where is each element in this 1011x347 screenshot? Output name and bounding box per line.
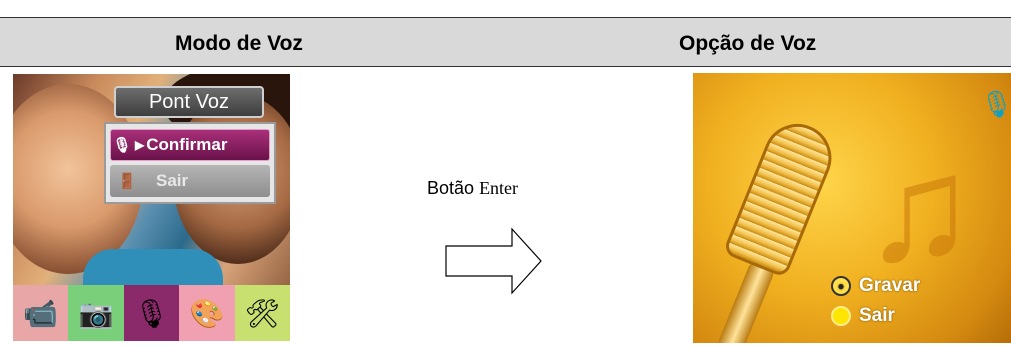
mode-effects[interactable]: 🎨 — [179, 285, 235, 341]
microphone-illustration — [722, 113, 842, 279]
option-sair[interactable]: Sair — [831, 301, 920, 331]
voice-menu-list: 🎙 ▶ Confirmar 🚪 Sair — [104, 122, 276, 204]
microphone-icon: 🎙 — [980, 89, 1011, 119]
selection-arrow-icon: ▶ — [135, 138, 145, 152]
exit-door-icon: 🚪 — [117, 173, 137, 190]
microphone-icon: 🎙 — [133, 297, 170, 329]
tools-icon: 🛠 — [244, 297, 281, 329]
mode-setup[interactable]: 🛠 — [234, 285, 290, 341]
music-note-decoration: ♫ — [863, 124, 976, 292]
menu-item-sair[interactable]: 🚪 Sair — [110, 165, 270, 197]
option-label: Gravar — [859, 275, 921, 296]
mode-voice[interactable]: 🎙 — [123, 285, 180, 341]
palette-icon: 🎨 — [189, 297, 225, 329]
voice-menu: Pont Voz 🎙 ▶ Confirmar 🚪 Sair — [104, 86, 276, 204]
option-gravar[interactable]: ● Gravar — [831, 271, 920, 301]
camera-icon: 📷 — [78, 297, 114, 329]
header-bottom-rule — [0, 66, 1011, 67]
mode-bar: 📹 📷 🎙 🎨 🛠 — [13, 285, 290, 341]
voice-option-screen: ♫ 🎙 ● Gravar Sair — [693, 73, 1011, 343]
mode-camera[interactable]: 📷 — [68, 285, 124, 341]
option-label: Sair — [859, 305, 895, 326]
mic-stand-illustration — [717, 261, 775, 343]
exit-circle-icon — [831, 306, 851, 326]
mode-video[interactable]: 📹 — [13, 285, 69, 341]
voice-menu-title: Pont Voz — [114, 86, 264, 118]
menu-item-label: Sair — [156, 171, 189, 190]
button-word: Botão — [427, 178, 475, 198]
right-arrow-icon — [445, 227, 542, 295]
enter-key-label: Enter — [479, 178, 519, 198]
menu-item-confirmar[interactable]: 🎙 ▶ Confirmar — [110, 129, 270, 161]
voice-mode-screen: Pont Voz 🎙 ▶ Confirmar 🚪 Sair 📹 📷 🎙 🎨 🛠 — [13, 74, 290, 341]
menu-item-label: Confirmar — [146, 135, 228, 154]
right-column-title: Opção de Voz — [679, 32, 817, 55]
microphone-icon: 🎙 — [112, 137, 132, 154]
record-icon: ● — [831, 276, 851, 296]
voice-options: ● Gravar Sair — [831, 271, 920, 331]
enter-button-instruction: Botão Enter — [427, 178, 518, 199]
left-column-title: Modo de Voz — [175, 32, 303, 55]
camcorder-icon: 📹 — [23, 297, 59, 329]
header-band — [0, 18, 1011, 66]
